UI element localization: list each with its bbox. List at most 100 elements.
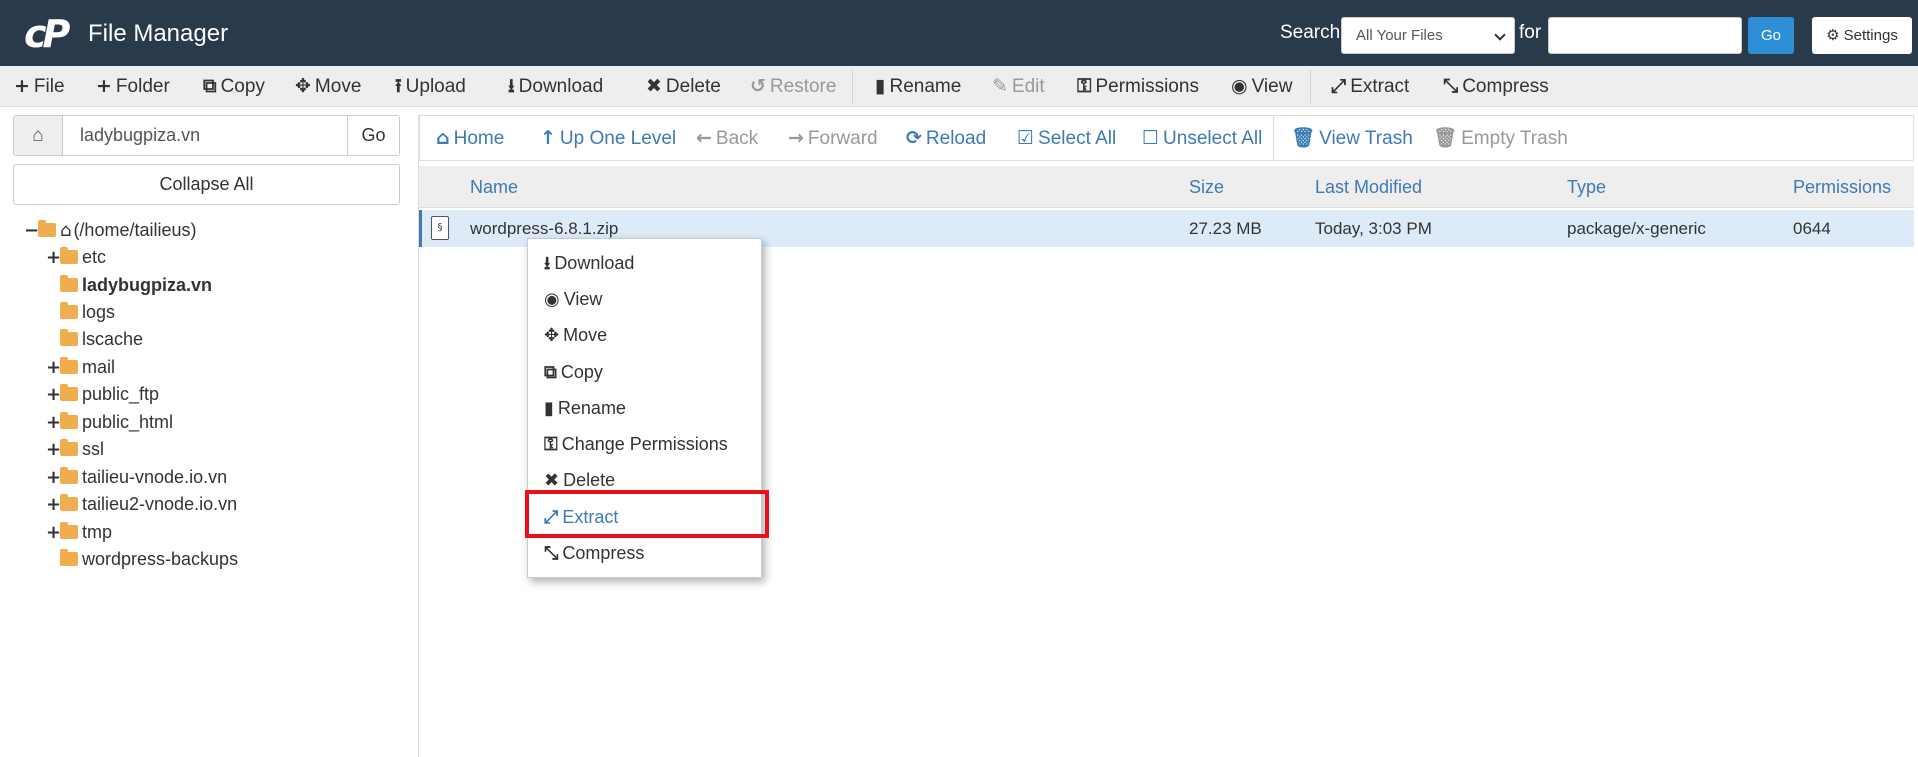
- nav-home-button[interactable]: ⌂ Home: [436, 116, 504, 160]
- top-header: cP File Manager Search All Your Files fo…: [0, 0, 1918, 66]
- tree-item-lscache[interactable]: lscache: [46, 327, 143, 351]
- ctx-compress-label: Compress: [562, 543, 645, 563]
- tree-item-public-html[interactable]: + public_html: [46, 410, 173, 434]
- tree-item-ladybugpiza[interactable]: ladybugpiza.vn: [46, 273, 212, 297]
- folder-open-icon: [38, 220, 56, 237]
- ctx-rename[interactable]: ▮ Rename: [544, 394, 626, 422]
- toolbar-divider: [852, 70, 853, 103]
- search-input[interactable]: [1548, 17, 1742, 54]
- arrow-up-icon: ↑: [540, 127, 556, 149]
- extract-highlight-box: [525, 490, 769, 538]
- collapse-all-button[interactable]: Collapse All: [13, 164, 400, 205]
- nav-view-trash-button[interactable]: 🗑 View Trash: [1291, 116, 1413, 160]
- app-title: File Manager: [88, 20, 229, 47]
- column-size[interactable]: Size: [1189, 166, 1224, 208]
- column-type[interactable]: Type: [1567, 166, 1606, 208]
- refresh-icon: ⟳: [906, 127, 922, 149]
- eye-icon: ◉: [1231, 75, 1248, 97]
- compress-button[interactable]: ⤡ Compress: [1443, 66, 1549, 107]
- path-go-button[interactable]: Go: [347, 116, 399, 155]
- home-icon: ⌂: [60, 220, 72, 241]
- plus-icon[interactable]: +: [46, 521, 61, 545]
- tree-item-tailieu2-vnode[interactable]: + tailieu2-vnode.io.vn: [46, 492, 237, 516]
- plus-icon[interactable]: +: [46, 246, 61, 270]
- extract-button[interactable]: ⤢ Extract: [1331, 66, 1409, 107]
- nav-reload-button[interactable]: ⟳ Reload: [906, 116, 986, 160]
- search-go-button[interactable]: Go: [1748, 17, 1794, 54]
- main-toolbar: + File + Folder ⧉ Copy ✥ Move ⭱ Upload ⭳ Downl…: [0, 66, 1918, 107]
- download-button[interactable]: ⭳ Download: [508, 66, 603, 107]
- ctx-copy[interactable]: ⧉ Copy: [544, 358, 603, 386]
- move-button[interactable]: ✥ Move: [295, 66, 361, 107]
- cpanel-logo[interactable]: cP: [24, 14, 84, 54]
- plus-icon[interactable]: +: [46, 466, 61, 490]
- compress-icon: ⤡: [1443, 75, 1459, 97]
- permissions-button[interactable]: ⚿ Permissions: [1077, 66, 1199, 107]
- tree-item-logs[interactable]: logs: [46, 300, 115, 324]
- ctx-download[interactable]: ⭳ Download: [544, 249, 634, 277]
- tree-item-mail[interactable]: + mail: [46, 355, 115, 379]
- compress-label: Compress: [1462, 76, 1549, 97]
- file-icon: ▮: [544, 398, 554, 419]
- ctx-move-label: Move: [563, 325, 608, 345]
- ctx-view[interactable]: ◉ View: [544, 285, 602, 313]
- tree-item-wordpress-backups[interactable]: wordpress-backups: [46, 547, 238, 571]
- plus-icon[interactable]: +: [46, 493, 61, 517]
- settings-label: Settings: [1843, 27, 1898, 44]
- nav-up-button[interactable]: ↑ Up One Level: [540, 116, 676, 160]
- tree-item-tailieu-vnode[interactable]: + tailieu-vnode.io.vn: [46, 465, 227, 489]
- plus-icon[interactable]: +: [46, 356, 61, 380]
- tree-item-label: etc: [82, 247, 107, 267]
- plus-icon[interactable]: +: [46, 438, 61, 462]
- settings-button[interactable]: ⚙ Settings: [1812, 17, 1912, 54]
- tree-item-public-ftp[interactable]: + public_ftp: [46, 382, 159, 406]
- plus-icon[interactable]: +: [46, 383, 61, 407]
- nav-select-all-button[interactable]: ☑ Select All: [1017, 116, 1116, 160]
- column-name[interactable]: Name: [470, 166, 518, 208]
- compress-icon: ⤡: [544, 543, 559, 564]
- edit-button[interactable]: ✎ Edit: [992, 66, 1045, 107]
- copy-icon: ⧉: [203, 75, 217, 97]
- home-icon[interactable]: ⌂: [14, 116, 63, 155]
- ctx-download-label: Download: [554, 253, 635, 273]
- nav-back-button[interactable]: ← Back: [696, 116, 758, 160]
- tree-item-label: ladybugpiza.vn: [82, 275, 213, 295]
- tree-item-tmp[interactable]: + tmp: [46, 520, 112, 544]
- nav-forward-button[interactable]: → Forward: [788, 116, 878, 160]
- nav-empty-trash-button[interactable]: 🗑 Empty Trash: [1433, 116, 1568, 160]
- ctx-move[interactable]: ✥ Move: [544, 321, 607, 349]
- expand-icon: ⤢: [1331, 75, 1347, 97]
- folder-icon: [60, 302, 78, 319]
- upload-button[interactable]: ⭱ Upload: [395, 66, 466, 107]
- delete-label: Delete: [665, 76, 721, 97]
- tree-item-etc[interactable]: + etc: [46, 245, 106, 269]
- undo-icon: ↺: [750, 75, 766, 97]
- minus-icon[interactable]: −: [24, 219, 39, 243]
- move-icon: ✥: [295, 75, 311, 97]
- arrow-right-icon: →: [788, 127, 804, 149]
- tree-item-ssl[interactable]: + ssl: [46, 437, 104, 461]
- column-last-modified[interactable]: Last Modified: [1315, 166, 1422, 208]
- nav-view-trash-label: View Trash: [1319, 128, 1413, 149]
- new-folder-button[interactable]: + Folder: [96, 66, 170, 107]
- copy-button[interactable]: ⧉ Copy: [203, 66, 265, 107]
- delete-button[interactable]: ✖ Delete: [646, 66, 721, 107]
- restore-button[interactable]: ↺ Restore: [750, 66, 836, 107]
- rename-button[interactable]: ▮ Rename: [875, 66, 961, 107]
- tree-root[interactable]: − ⌂ (/home/tailieus): [24, 218, 196, 242]
- nav-select-all-label: Select All: [1038, 128, 1117, 149]
- search-scope-select[interactable]: All Your Files: [1341, 17, 1515, 54]
- path-input[interactable]: ladybugpiza.vn: [80, 116, 200, 155]
- plus-icon[interactable]: +: [46, 411, 61, 435]
- column-permissions[interactable]: Permissions: [1793, 166, 1891, 208]
- nav-unselect-all-button[interactable]: ☐ Unselect All: [1142, 116, 1262, 160]
- rename-label: Rename: [889, 76, 962, 97]
- nav-back-label: Back: [715, 128, 759, 149]
- view-label: View: [1251, 76, 1293, 97]
- ctx-compress[interactable]: ⤡ Compress: [544, 539, 644, 567]
- view-button[interactable]: ◉ View: [1231, 66, 1292, 107]
- key-icon: ⚿: [544, 434, 558, 455]
- ctx-change-permissions[interactable]: ⚿ Change Permissions: [544, 430, 728, 458]
- folder-icon: [60, 247, 78, 264]
- new-file-button[interactable]: + File: [14, 66, 65, 107]
